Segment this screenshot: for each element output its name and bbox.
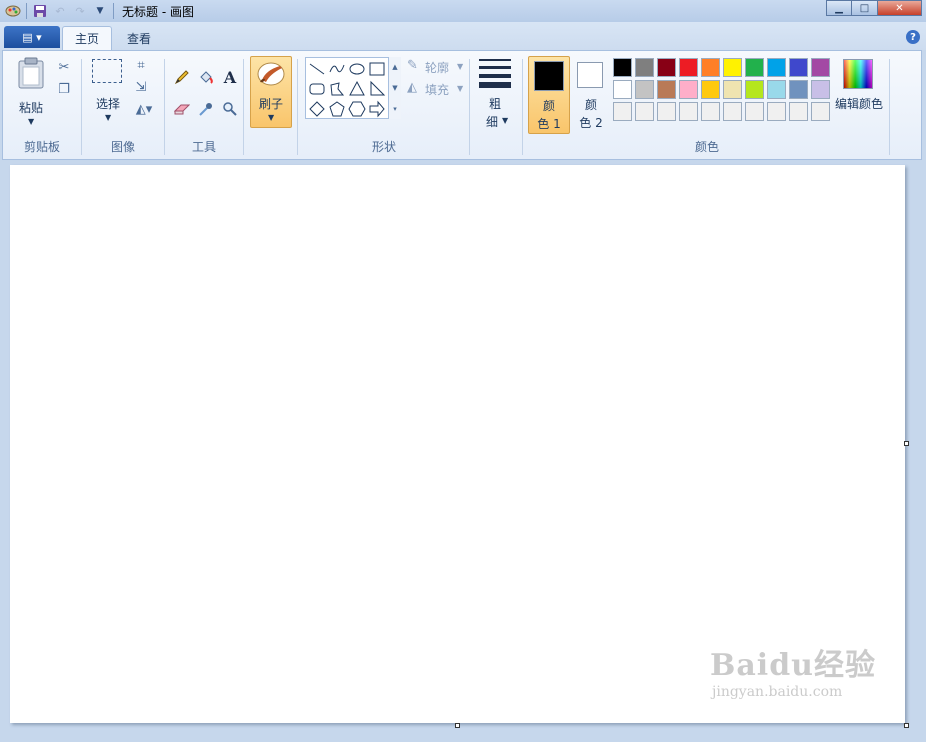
palette-color-swatch[interactable] <box>613 102 632 121</box>
palette-color-swatch[interactable] <box>745 102 764 121</box>
maximize-button[interactable]: □ <box>852 0 878 16</box>
palette-color-swatch[interactable] <box>745 80 764 99</box>
palette-color-swatch[interactable] <box>635 58 654 77</box>
palette-color-swatch[interactable] <box>789 80 808 99</box>
color1-swatch <box>534 61 564 91</box>
palette-color-swatch[interactable] <box>679 58 698 77</box>
palette-color-swatch[interactable] <box>767 102 786 121</box>
palette-color-swatch[interactable] <box>657 58 676 77</box>
paint-app-icon[interactable] <box>4 2 22 20</box>
palette-color-swatch[interactable] <box>723 80 742 99</box>
palette-color-swatch[interactable] <box>701 58 720 77</box>
customize-dropdown-icon[interactable]: ▼ <box>91 2 109 20</box>
app-menu-button[interactable]: ▤ ▾ <box>4 26 60 48</box>
palette-color-swatch[interactable] <box>679 102 698 121</box>
palette-color-swatch[interactable] <box>613 80 632 99</box>
close-button[interactable]: ✕ <box>878 0 922 16</box>
palette-color-swatch[interactable] <box>811 80 830 99</box>
undo-icon[interactable]: ↶ <box>51 2 69 20</box>
toolbar-separator <box>26 3 27 19</box>
redo-icon[interactable]: ↷ <box>71 2 89 20</box>
save-icon[interactable] <box>31 2 49 20</box>
window-title: 无标题 - 画图 <box>122 4 194 19</box>
palette-color-swatch[interactable] <box>657 102 676 121</box>
palette-color-swatch[interactable] <box>811 58 830 77</box>
title-bar: ↶ ↷ ▼ 无标题 - 画图 ▁ □ ✕ <box>0 0 926 22</box>
palette-color-swatch[interactable] <box>723 102 742 121</box>
color2-button[interactable]: 颜 色 2 <box>573 56 609 134</box>
palette-color-swatch[interactable] <box>745 58 764 77</box>
minimize-button[interactable]: ▁ <box>826 0 852 16</box>
palette-color-swatch[interactable] <box>701 80 720 99</box>
color2-label-bottom: 色 2 <box>579 116 603 130</box>
palette-color-swatch[interactable] <box>723 58 742 77</box>
palette-color-swatch[interactable] <box>635 80 654 99</box>
resize-handle-right[interactable] <box>904 441 909 446</box>
palette-color-swatch[interactable] <box>789 102 808 121</box>
watermark-logo: Baidu经验 <box>710 648 876 683</box>
palette-color-swatch[interactable] <box>635 102 654 121</box>
ribbon-tabs: ▤ ▾ 主页 查看 ? <box>0 22 926 50</box>
color2-label-top: 颜 <box>584 98 597 112</box>
palette-color-swatch[interactable] <box>613 58 632 77</box>
resize-handle-corner[interactable] <box>904 723 909 728</box>
edit-colors-icon[interactable] <box>843 59 873 89</box>
palette-color-swatch[interactable] <box>789 58 808 77</box>
toolbar-separator <box>113 3 114 19</box>
palette-color-swatch[interactable] <box>679 80 698 99</box>
window-controls: ▁ □ ✕ <box>826 0 922 16</box>
group-divider <box>889 59 890 155</box>
tab-view[interactable]: 查看 <box>116 26 162 50</box>
resize-handle-bottom[interactable] <box>455 723 460 728</box>
quick-access-toolbar: ↶ ↷ ▼ <box>0 2 116 20</box>
palette-color-swatch[interactable] <box>767 80 786 99</box>
palette-color-swatch[interactable] <box>701 102 720 121</box>
help-icon[interactable]: ? <box>906 30 920 44</box>
palette-color-swatch[interactable] <box>811 102 830 121</box>
color1-label-bottom: 色 1 <box>537 117 561 131</box>
color2-swatch <box>577 62 603 88</box>
watermark-url: jingyan.baidu.com <box>712 684 843 700</box>
group-colors: 颜 色 1 颜 色 2 编辑颜色 颜色 <box>3 51 921 159</box>
color1-button[interactable]: 颜 色 1 <box>528 56 570 134</box>
color1-label-top: 颜 <box>542 99 555 113</box>
palette-color-swatch[interactable] <box>657 80 676 99</box>
edit-colors-label[interactable]: 编辑颜色 <box>831 95 887 112</box>
group-label-colors: 颜色 <box>694 140 719 154</box>
watermark: Baidu经验 jingyan.baidu.com <box>710 640 876 700</box>
menu-icon: ▤ ▾ <box>22 30 42 44</box>
palette-color-swatch[interactable] <box>767 58 786 77</box>
ribbon-home: 粘贴 ▼ ✂ ❐ 剪贴板 选择 ▼ ⌗ ⇲ ◭▾ 图像 A 工具 刷子 ▼ ▲ … <box>2 50 922 160</box>
tab-home[interactable]: 主页 <box>62 26 112 50</box>
